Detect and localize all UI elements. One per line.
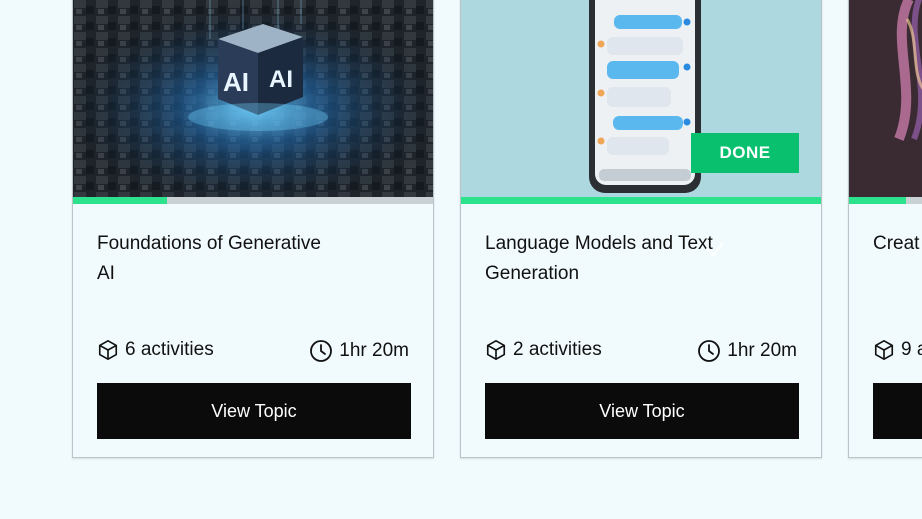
topic-card: AI AI Foundations of Generative AI 6 act…	[72, 0, 434, 458]
view-topic-button[interactable]: View Topic	[97, 383, 411, 439]
topic-meta: 6 activities 1hr 20m	[97, 339, 409, 365]
cube-icon	[98, 340, 118, 360]
progress-bar	[73, 197, 433, 204]
activities-count: 2 activities	[485, 339, 602, 361]
ai-cube-image: AI AI	[73, 0, 433, 197]
activities-count: 6 activities	[97, 339, 214, 361]
check-icon	[706, 242, 724, 256]
topic-card: DONE Language Models and Text Generation…	[460, 0, 822, 458]
duration: 1hr 20m	[309, 339, 409, 363]
activities-count: 9 a	[873, 339, 922, 361]
duration-label: 1hr 20m	[727, 340, 797, 361]
clock-icon	[698, 340, 721, 362]
topic-title: Creat	[873, 233, 920, 254]
progress-fill	[461, 197, 821, 204]
duration-label: 1hr 20m	[339, 340, 409, 361]
topic-title: Foundations of Generative AI	[97, 233, 321, 284]
progress-fill	[73, 197, 167, 204]
progress-bar	[849, 197, 922, 204]
progress-fill	[849, 197, 906, 204]
duration: 1hr 20m	[697, 339, 797, 363]
view-topic-button[interactable]	[873, 383, 922, 439]
cube-icon	[486, 340, 506, 360]
done-badge: DONE	[691, 133, 799, 173]
clock-icon	[310, 340, 333, 362]
topic-meta: 9 a	[873, 339, 922, 365]
progress-bar	[461, 197, 821, 204]
view-topic-button[interactable]: View Topic	[485, 383, 799, 439]
activities-label: 6 activities	[125, 339, 214, 360]
cube-icon	[874, 340, 894, 360]
activities-label: 2 activities	[513, 339, 602, 360]
abstract-3d-image	[849, 0, 922, 197]
svg-text:AI: AI	[223, 67, 249, 97]
topic-title: Language Models and Text Generation	[485, 233, 713, 284]
activities-label: 9 a	[901, 339, 922, 360]
topic-meta: 2 activities 1hr 20m	[485, 339, 797, 365]
topic-card: Creat 9 a	[848, 0, 922, 458]
svg-text:AI: AI	[269, 66, 293, 93]
